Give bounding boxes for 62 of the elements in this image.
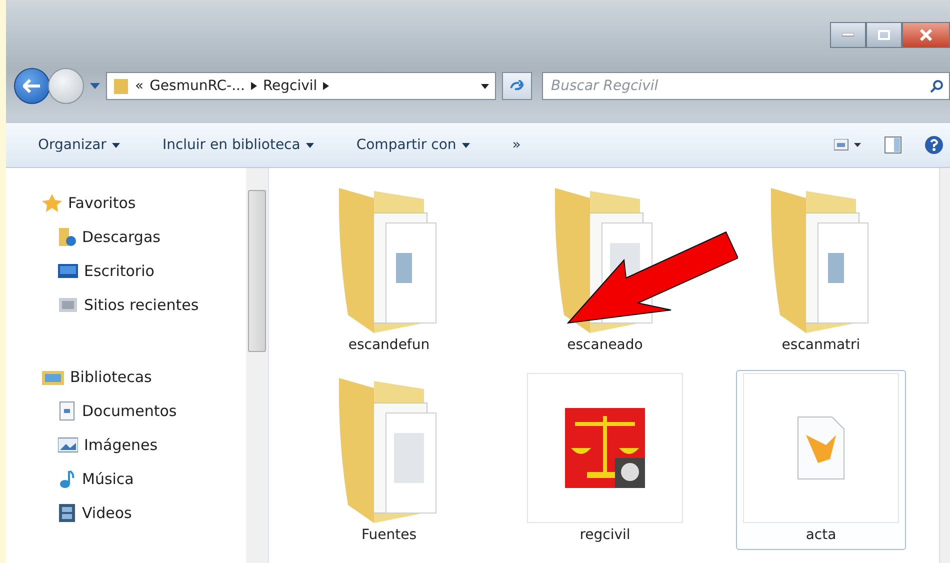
scrollbar[interactable] — [939, 168, 950, 563]
recent-places-icon — [58, 296, 78, 314]
file-item[interactable]: acta — [736, 370, 906, 550]
help-icon[interactable] — [924, 135, 944, 155]
file-item[interactable]: Fuentes — [304, 370, 474, 550]
refresh-button[interactable] — [502, 72, 532, 100]
file-item[interactable]: escandefun — [304, 180, 474, 360]
item-label: Fuentes — [361, 527, 417, 543]
maximize-icon — [878, 30, 890, 40]
sidebar-item[interactable]: Descargas — [58, 220, 246, 254]
sidebar-item[interactable]: Videos — [58, 496, 246, 530]
image-icon — [58, 436, 78, 454]
sidebar-item[interactable]: Bibliotecas — [42, 360, 246, 394]
more-commands-button[interactable]: » — [510, 133, 523, 157]
scales-icon — [565, 408, 645, 488]
item-label: acta — [806, 527, 836, 543]
item-label: escaneado — [567, 337, 643, 353]
sidebar-item[interactable]: Sitios recientes — [58, 288, 246, 322]
chevron-right-icon[interactable] — [250, 82, 257, 90]
scrollbar[interactable] — [246, 168, 268, 563]
toolbar-button[interactable]: Compartir con — [354, 133, 472, 157]
music-note-icon — [58, 469, 76, 489]
preview-pane-icon[interactable] — [884, 136, 902, 154]
file-item[interactable]: escanmatri — [736, 180, 906, 360]
star-icon — [42, 194, 62, 212]
item-label: escandefun — [348, 337, 430, 353]
toolbar-button[interactable]: Incluir en biblioteca — [160, 133, 316, 157]
sidebar-item[interactable]: Documentos — [58, 394, 246, 428]
maximize-button[interactable] — [866, 22, 902, 48]
view-options-icon[interactable] — [834, 139, 862, 151]
caret-icon — [112, 142, 120, 148]
downloads-folder-icon — [58, 227, 76, 247]
toolbar-button[interactable]: Organizar — [36, 133, 122, 157]
library-icon — [42, 368, 64, 386]
minimize-button[interactable] — [830, 22, 866, 48]
file-icon — [796, 415, 846, 481]
sidebar-item[interactable]: Favoritos — [42, 186, 246, 220]
search-icon — [930, 79, 944, 93]
sidebar-item[interactable]: Escritorio — [58, 254, 246, 288]
refresh-icon — [509, 80, 525, 92]
close-icon — [920, 29, 932, 41]
document-icon — [58, 401, 76, 421]
minimize-icon — [842, 33, 854, 37]
overflow-chevron[interactable]: « — [135, 78, 144, 94]
dropdown-caret-icon[interactable] — [481, 84, 489, 88]
desktop-icon — [58, 262, 78, 280]
sidebar-item[interactable]: Música — [58, 462, 246, 496]
close-button[interactable] — [902, 22, 950, 48]
sidebar-item[interactable]: Imágenes — [58, 428, 246, 462]
chevron-right-icon[interactable] — [323, 82, 330, 90]
caret-icon — [306, 142, 314, 148]
video-icon — [58, 503, 76, 523]
breadcrumb[interactable]: GesmunRC-... — [150, 78, 245, 94]
search-field[interactable]: Buscar Regcivil — [542, 72, 950, 100]
folder-icon — [113, 77, 129, 95]
address-bar[interactable]: « GesmunRC-... Regcivil — [106, 72, 496, 100]
item-label: regcivil — [580, 527, 630, 543]
back-arrow-icon — [23, 79, 41, 93]
breadcrumb[interactable]: Regcivil — [262, 78, 318, 94]
back-button[interactable] — [14, 68, 50, 104]
item-label: escanmatri — [782, 337, 860, 353]
caret-icon — [462, 142, 470, 148]
